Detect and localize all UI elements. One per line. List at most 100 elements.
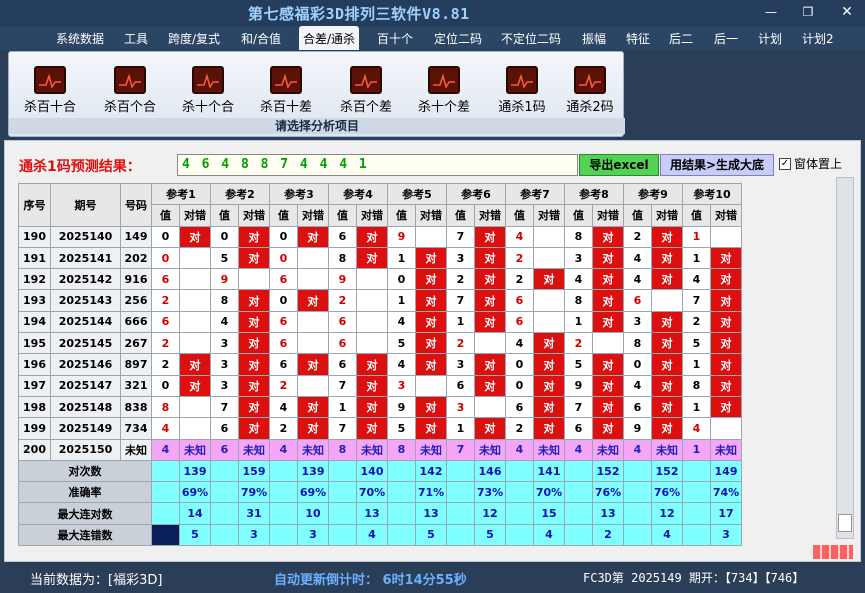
prediction-row[interactable]: 200 2025150 未知 4 未知 6 未知 4 未知 8 未知 8 未知 7 未知 4 未知 4 未知 4 未知 1…: [18, 438, 742, 461]
stat-spacer-cell: [446, 481, 475, 504]
menu-item[interactable]: 工具: [124, 30, 148, 47]
table-row[interactable]: 198 2025148 838 8 7 对 4 对 1 对 9 对 3 6 对 7 对 6 对 1 对: [18, 395, 742, 419]
hit-cell: 对: [238, 395, 270, 419]
menu-item[interactable]: 跨度/复式: [168, 30, 220, 47]
hit-cell: 对: [533, 353, 565, 376]
miss-cell: [356, 289, 388, 312]
table-row[interactable]: 194 2025144 666 6 4 对 6 6 4 对 1 对 6 1 对 3 对 2 对: [18, 310, 742, 334]
table-row[interactable]: 197 2025147 321 0 对 3 对 2 7 对 3 6 对 0 对 9 对 4 对 8 对: [18, 374, 742, 397]
table-row[interactable]: 196 2025146 897 2 对 3 对 6 对 6 对 4 对 3 对 0 对 5 对 0 对 1 对: [18, 353, 742, 376]
hit-cell: 对: [710, 395, 742, 419]
value-subheader: 值: [151, 204, 180, 227]
miss-cell: [297, 374, 329, 397]
value-subheader: 值: [623, 204, 652, 227]
menu-item[interactable]: 系统数据: [56, 30, 104, 47]
close-button[interactable]: ✕: [836, 4, 858, 20]
result-value-field[interactable]: 4 6 4 8 8 7 4 4 4 1: [177, 154, 578, 176]
hit-cell: 对: [356, 225, 388, 248]
menu-item[interactable]: 后二: [669, 30, 693, 47]
checkbox-icon[interactable]: ✓: [779, 157, 791, 170]
table-row[interactable]: 195 2025145 267 2 3 对 6 6 5 对 2 4 对 2 8 对 5 对: [18, 332, 742, 355]
hit-subheader: 对错: [179, 204, 211, 227]
value-cell: 0: [269, 246, 298, 270]
stat-value-cell: 146: [474, 459, 506, 483]
predicted-value-cell: 8: [387, 438, 416, 461]
content-panel: 通杀1码预测结果： 4 6 4 8 8 7 4 4 4 1 导出excel 用结…: [4, 140, 861, 562]
stat-value-cell: 10: [297, 502, 329, 525]
table-row[interactable]: 192 2025142 916 6 9 6 9 0 对 2 对 2 对 4 对 4 对 4 对: [18, 268, 742, 291]
hit-cell: 对: [592, 289, 624, 312]
stat-spacer-cell: [682, 502, 711, 525]
miss-cell: [710, 417, 742, 440]
issue-cell: 2025145: [50, 332, 121, 355]
value-cell: 4: [682, 417, 711, 440]
hit-cell: 对: [297, 225, 329, 248]
scrollbar-thumb[interactable]: [838, 514, 852, 532]
menu-item[interactable]: 后一: [714, 30, 738, 47]
ribbon-button[interactable]: 杀百十合: [17, 66, 83, 115]
menu-item[interactable]: 计划: [758, 30, 782, 47]
ribbon-button[interactable]: 杀百个差: [333, 66, 399, 115]
predicted-value-cell: 6: [210, 438, 239, 461]
menu-item[interactable]: 百十个: [377, 30, 413, 47]
hit-cell: 对: [592, 374, 624, 397]
menu-item[interactable]: 定位二码: [434, 30, 482, 47]
value-subheader: 值: [505, 204, 534, 227]
menu-item[interactable]: 和/合值: [241, 30, 281, 47]
value-cell: 1: [682, 246, 711, 270]
minimize-button[interactable]: —: [760, 4, 782, 20]
menu-item[interactable]: 计划2: [802, 30, 834, 47]
value-cell: 4: [387, 310, 416, 334]
predicted-value-cell: 1: [682, 438, 711, 461]
unknown-cell: 未知: [533, 438, 565, 461]
maximize-button[interactable]: ❐: [797, 4, 819, 20]
ribbon-button[interactable]: 杀十个合: [175, 66, 241, 115]
issue-cell: 2025146: [50, 353, 121, 376]
menu-item[interactable]: 合差/通杀: [299, 26, 360, 50]
hit-cell: 对: [533, 268, 565, 291]
table-row[interactable]: 199 2025149 734 4 6 对 2 对 7 对 5 对 1 对 2 对 6 对 9 对 4: [18, 417, 742, 440]
stat-spacer-cell: [210, 459, 239, 483]
ribbon-button[interactable]: 通杀1码: [489, 66, 555, 115]
stat-value-cell: 149: [710, 459, 742, 483]
value-cell: 1: [682, 225, 711, 248]
table-row[interactable]: 193 2025143 256 2 8 对 0 对 2 1 对 7 对 6 8 对 6 7 对: [18, 289, 742, 312]
value-cell: 3: [210, 353, 239, 376]
table-row[interactable]: 191 2025141 202 0 5 对 0 8 对 1 对 3 对 2 3 对 4 对 1 对: [18, 246, 742, 270]
hit-subheader: 对错: [710, 204, 742, 227]
value-cell: 3: [387, 374, 416, 397]
generate-button[interactable]: 用结果>生成大底: [660, 154, 774, 176]
unknown-cell: 未知: [238, 438, 270, 461]
vertical-scrollbar[interactable]: [836, 177, 854, 539]
miss-cell: [179, 395, 211, 419]
menu-item[interactable]: 特征: [626, 30, 650, 47]
hit-cell: 对: [179, 225, 211, 248]
miss-cell: [179, 417, 211, 440]
value-cell: 0: [505, 374, 534, 397]
ribbon-button[interactable]: 杀百个合: [97, 66, 163, 115]
value-cell: 0: [151, 374, 180, 397]
ribbon-button[interactable]: 杀百十差: [253, 66, 319, 115]
hit-cell: 对: [651, 225, 683, 248]
miss-cell: [533, 225, 565, 248]
value-cell: 6: [328, 310, 357, 334]
value-cell: 1: [387, 289, 416, 312]
ribbon-button[interactable]: 杀十个差: [411, 66, 477, 115]
table-row[interactable]: 190 2025140 149 0 对 0 对 0 对 6 对 9 7 对 4 8 对 2 对 1: [18, 225, 742, 248]
stat-value-cell: 76%: [651, 481, 683, 504]
value-cell: 4: [564, 268, 593, 291]
hit-cell: 对: [356, 374, 388, 397]
topmost-checkbox[interactable]: ✓ 窗体置上: [779, 155, 842, 172]
number-cell: 256: [120, 289, 152, 312]
value-cell: 4: [623, 268, 652, 291]
stat-value-cell: 70%: [533, 481, 565, 504]
hit-cell: 对: [592, 395, 624, 419]
menu-bar: 系统数据 工具 跨度/复式 和/合值 合差/通杀 百十个 定位二码 不定位二码 振幅 特征 后二 后一…: [0, 26, 865, 50]
menu-item[interactable]: 不定位二码: [501, 30, 561, 47]
chart-icon: [350, 66, 382, 94]
stat-spacer-cell: [328, 523, 357, 547]
hit-cell: 对: [415, 332, 447, 355]
menu-item[interactable]: 振幅: [582, 30, 606, 47]
ribbon-button[interactable]: 通杀2码: [557, 66, 623, 115]
export-excel-button[interactable]: 导出excel: [579, 154, 659, 176]
